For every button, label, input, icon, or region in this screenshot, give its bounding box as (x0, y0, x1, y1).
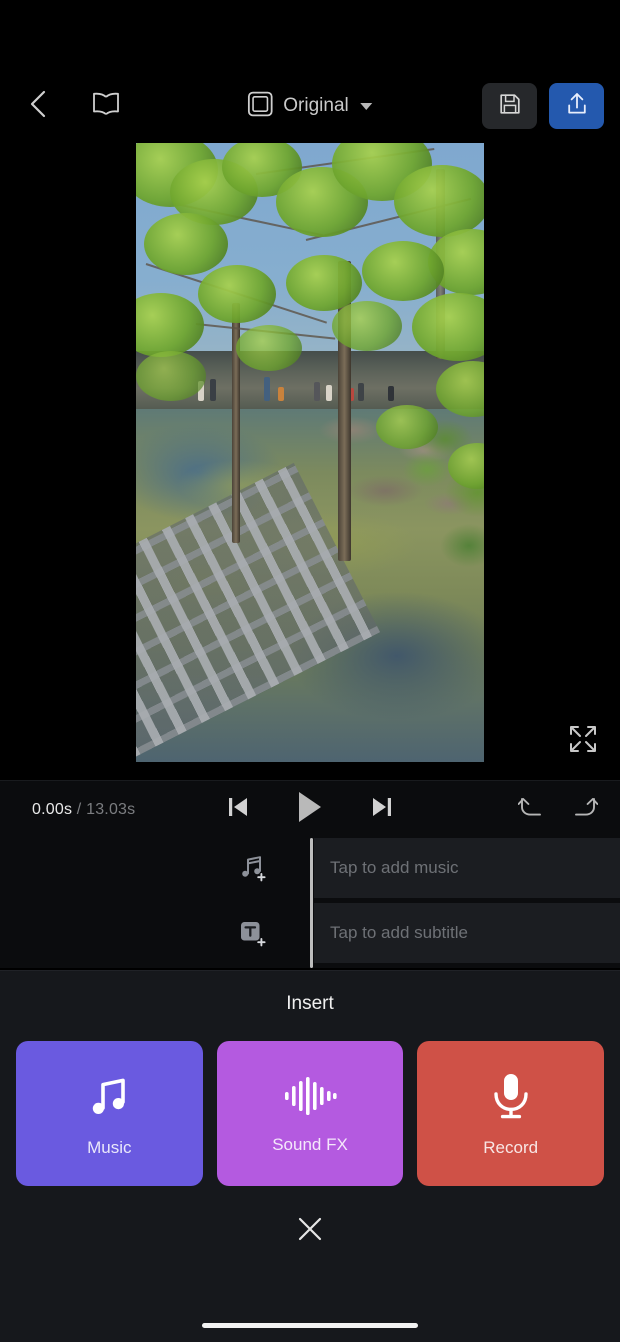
insert-sheet: Insert Music Sound FX Record (0, 970, 620, 1342)
music-note-icon (83, 1070, 135, 1122)
video-frame[interactable] (136, 143, 484, 762)
floppy-disk-icon (498, 92, 522, 121)
music-card[interactable]: Music (16, 1041, 203, 1186)
music-track-bar[interactable]: Tap to add music (314, 838, 620, 898)
undo-button[interactable] (517, 795, 546, 824)
fullscreen-expand-icon (568, 724, 598, 759)
app-screen: Original 0.00s / 13.03s Tap to add music… (0, 0, 620, 1342)
upload-arrow-icon (565, 91, 589, 122)
subtitle-track-bar[interactable]: Tap to add subtitle (314, 903, 620, 963)
timeline[interactable]: Tap to add music Tap to add subtitle (0, 838, 620, 968)
play-icon (295, 790, 325, 829)
time-separator: / (76, 800, 82, 818)
total-time: 13.03s (86, 800, 136, 818)
close-sheet-button[interactable] (286, 1207, 334, 1255)
expand-preview-button[interactable] (560, 718, 606, 764)
insert-card-list: Music Sound FX Record (0, 1019, 620, 1186)
chevron-down-icon (360, 102, 373, 110)
subtitle-track-hint: Tap to add subtitle (330, 923, 468, 942)
aspect-ratio-square-icon (247, 91, 273, 122)
chevron-left-icon (27, 89, 49, 124)
previous-frame-button[interactable] (227, 795, 249, 824)
video-preview-area (0, 142, 620, 780)
transport-bar: 0.00s / 13.03s (0, 780, 620, 838)
home-indicator (202, 1323, 418, 1328)
back-button[interactable] (16, 84, 60, 128)
export-button[interactable] (549, 83, 604, 129)
current-time: 0.00s (32, 800, 73, 818)
record-card[interactable]: Record (417, 1041, 605, 1186)
top-toolbar: Original (0, 70, 620, 142)
aspect-ratio-label: Original (283, 95, 349, 116)
add-text-icon[interactable] (232, 913, 272, 953)
next-frame-button[interactable] (371, 795, 393, 824)
playhead[interactable] (310, 838, 313, 968)
close-x-icon (295, 1214, 325, 1249)
skip-next-icon (371, 795, 393, 824)
undo-icon (517, 795, 546, 824)
close-row (0, 1206, 620, 1256)
music-track-hint: Tap to add music (330, 858, 459, 877)
play-button[interactable] (295, 790, 325, 829)
waveform-icon (283, 1073, 337, 1119)
video-shrub-layer (340, 405, 484, 595)
book-icon (91, 91, 121, 122)
status-bar (0, 0, 620, 70)
music-card-label: Music (87, 1137, 132, 1157)
skip-previous-icon (227, 795, 249, 824)
save-button[interactable] (482, 83, 537, 129)
sound-fx-card-label: Sound FX (272, 1134, 348, 1154)
aspect-ratio-selector[interactable]: Original (247, 91, 373, 122)
microphone-icon (487, 1070, 535, 1122)
time-readout: 0.00s / 13.03s (32, 801, 135, 819)
sheet-title: Insert (286, 993, 334, 1014)
video-people-layer (136, 361, 484, 401)
record-card-label: Record (483, 1137, 539, 1157)
redo-button[interactable] (570, 795, 599, 824)
add-music-icon[interactable] (232, 848, 272, 888)
tutorial-button[interactable] (84, 84, 128, 128)
redo-icon (570, 795, 599, 824)
sound-fx-card[interactable]: Sound FX (216, 1041, 404, 1186)
